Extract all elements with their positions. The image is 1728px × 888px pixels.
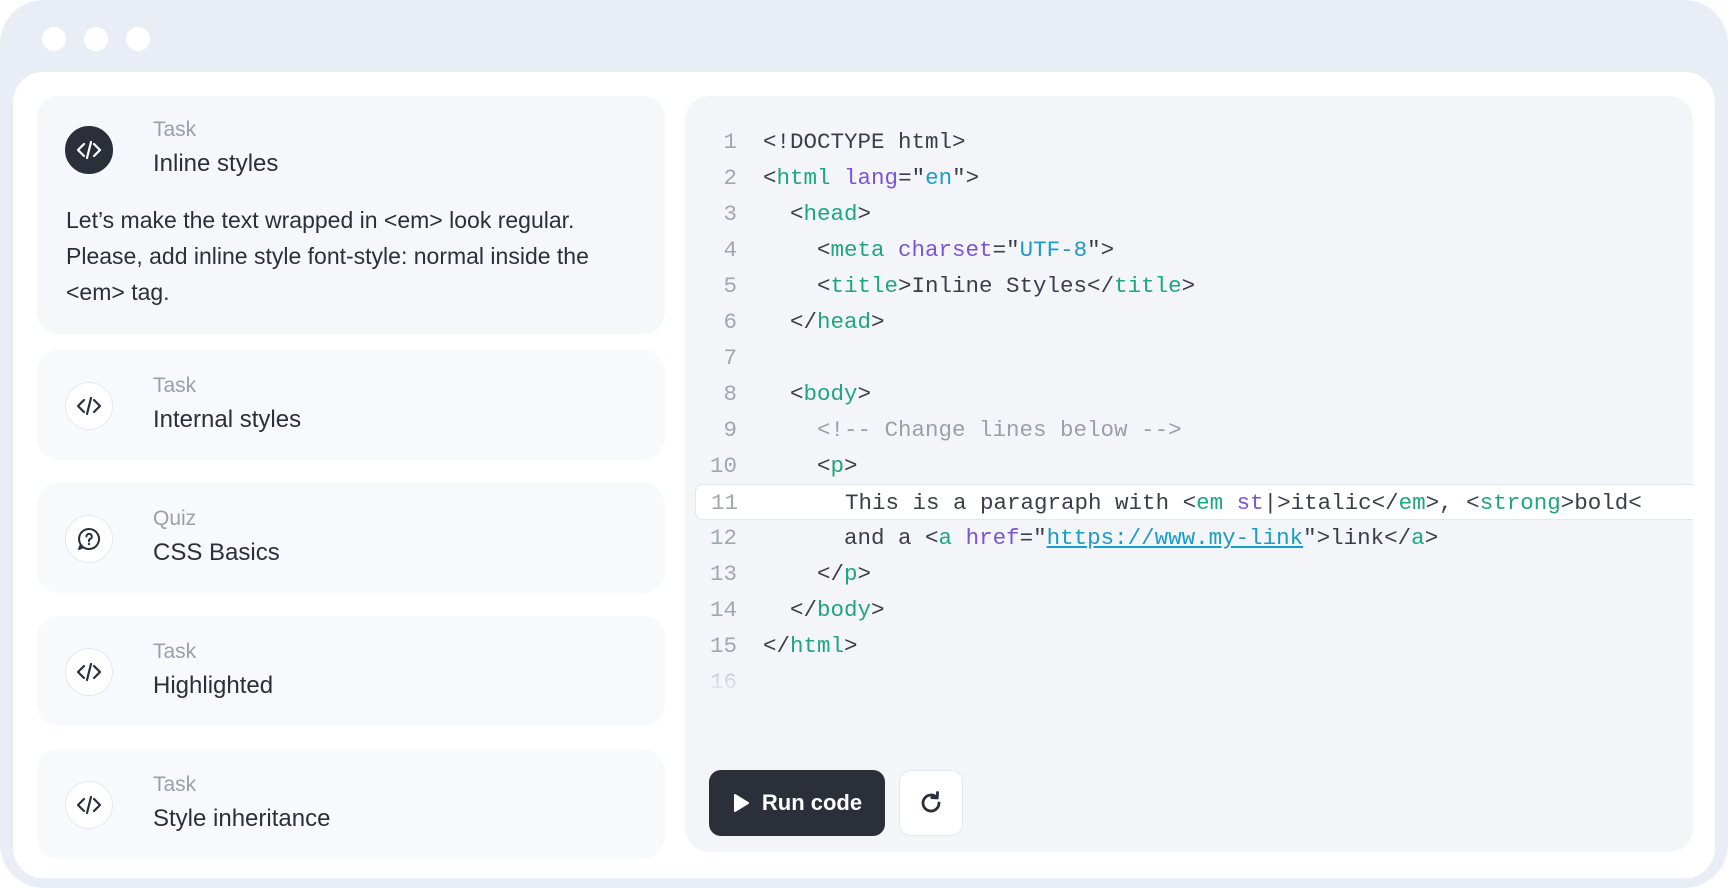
lesson-card-highlighted[interactable]: Task Highlighted — [37, 616, 665, 726]
code-text[interactable]: </p> — [763, 556, 871, 592]
code-line[interactable]: 4 <meta charset="UTF-8"> — [685, 232, 1693, 268]
window-control-dot[interactable] — [84, 27, 108, 51]
code-text[interactable]: <title>Inline Styles</title> — [763, 268, 1195, 304]
code-editor: 1 <!DOCTYPE html> 2 <html lang="en"> 3 <head… — [685, 96, 1693, 852]
line-number: 4 — [723, 237, 737, 263]
code-line[interactable]: 14 </body> — [685, 592, 1693, 628]
lesson-kind: Task — [153, 773, 197, 796]
code-icon — [65, 781, 113, 829]
line-number: 6 — [723, 309, 737, 335]
play-icon — [733, 794, 749, 812]
code-line[interactable]: 6 </head> — [685, 304, 1693, 340]
code-text[interactable]: <html lang="en"> — [763, 160, 979, 196]
lesson-title: Inline styles — [153, 150, 279, 177]
lesson-title: CSS Basics — [153, 539, 280, 566]
code-icon — [65, 648, 113, 696]
code-line[interactable]: 11 This is a paragraph with <em st|>ital… — [695, 484, 1693, 520]
line-number: 10 — [709, 453, 737, 479]
line-number: 12 — [709, 525, 737, 551]
code-line[interactable]: 9 <!-- Change lines below --> — [685, 412, 1693, 448]
lesson-card-style-inheritance[interactable]: Task Style inheritance — [37, 749, 665, 859]
lesson-kind: Task — [153, 374, 197, 397]
lesson-card-internal-styles[interactable]: Task Internal styles — [37, 350, 665, 460]
code-line[interactable]: 8 <body> — [685, 376, 1693, 412]
browser-window: Task Inline styles Let’s make the text w… — [0, 0, 1728, 888]
run-code-button[interactable]: Run code — [709, 770, 885, 836]
window-control-dot[interactable] — [126, 27, 150, 51]
code-line[interactable]: 12 and a <a href="https://www.my-link">l… — [685, 520, 1693, 556]
line-number: 3 — [723, 201, 737, 227]
code-line[interactable]: 2 <html lang="en"> — [685, 160, 1693, 196]
run-code-label: Run code — [761, 790, 863, 815]
line-number: 9 — [723, 417, 737, 443]
code-text[interactable]: This is a paragraph with <em st|>italic<… — [764, 485, 1642, 521]
refresh-icon — [921, 791, 941, 813]
code-icon — [65, 382, 113, 430]
line-number: 2 — [723, 165, 737, 191]
editor-fade — [685, 652, 1693, 742]
code-text[interactable]: <head> — [763, 196, 871, 232]
app-content: Task Inline styles Let’s make the text w… — [13, 72, 1715, 878]
code-line[interactable]: 1 <!DOCTYPE html> — [685, 124, 1693, 160]
question-bubble-icon — [65, 515, 113, 563]
lesson-card-css-basics[interactable]: Quiz CSS Basics — [37, 483, 665, 593]
lesson-kind: Quiz — [153, 507, 197, 530]
line-number: 11 — [710, 490, 738, 516]
lesson-card-inline-styles[interactable]: Task Inline styles Let’s make the text w… — [37, 96, 665, 334]
code-text[interactable]: and a <a href="https://www.my-link">link… — [763, 520, 1438, 556]
line-number: 7 — [723, 345, 737, 371]
line-number: 13 — [709, 561, 737, 587]
lesson-title: Internal styles — [153, 406, 302, 433]
lesson-title: Style inheritance — [153, 805, 331, 832]
code-icon — [65, 126, 113, 174]
code-line[interactable]: 5 <title>Inline Styles</title> — [685, 268, 1693, 304]
code-text[interactable]: </head> — [763, 304, 885, 340]
code-area[interactable]: 1 <!DOCTYPE html> 2 <html lang="en"> 3 <head… — [685, 124, 1693, 694]
lesson-kind: Task — [153, 118, 197, 141]
line-number: 8 — [723, 381, 737, 407]
lesson-kind: Task — [153, 640, 197, 663]
code-line[interactable]: 7 — [685, 340, 1693, 376]
code-text[interactable]: <meta charset="UTF-8"> — [763, 232, 1114, 268]
window-control-dot[interactable] — [42, 27, 66, 51]
code-line[interactable]: 10 <p> — [685, 448, 1693, 484]
line-number: 1 — [723, 129, 737, 155]
reset-code-button[interactable] — [899, 770, 963, 836]
code-text[interactable]: </body> — [763, 592, 885, 628]
line-number: 14 — [709, 597, 737, 623]
lesson-title: Highlighted — [153, 672, 274, 699]
code-text[interactable]: <!DOCTYPE html> — [763, 124, 966, 160]
code-text[interactable]: <!-- Change lines below --> — [763, 412, 1182, 448]
code-line[interactable]: 13 </p> — [685, 556, 1693, 592]
code-text[interactable]: <p> — [763, 448, 858, 484]
code-line[interactable]: 3 <head> — [685, 196, 1693, 232]
line-number: 5 — [723, 273, 737, 299]
lesson-description: Let’s make the text wrapped in <em> look… — [66, 207, 589, 305]
code-text[interactable]: <body> — [763, 376, 871, 412]
